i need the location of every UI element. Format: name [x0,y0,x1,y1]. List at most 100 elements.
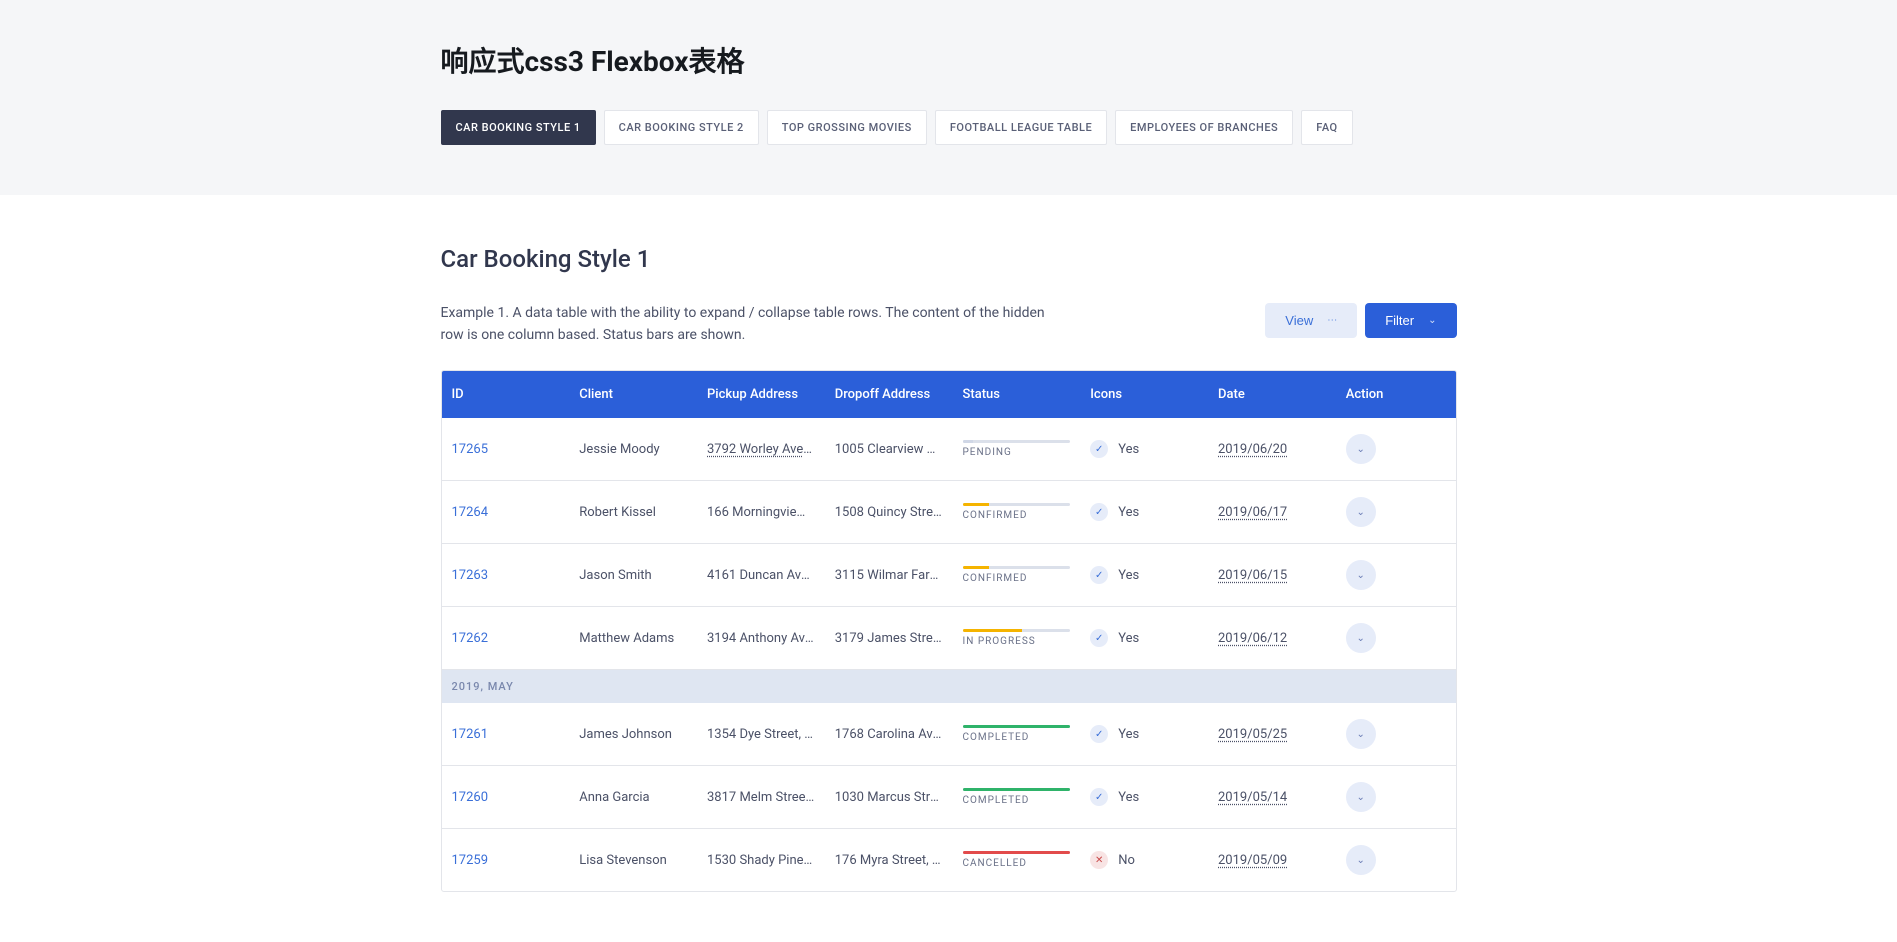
chevron-down-icon: ⌄ [1357,729,1365,740]
expand-button[interactable]: ⌄ [1346,719,1376,749]
booking-table: ID Client Pickup Address Dropoff Address… [441,370,1457,892]
chevron-down-icon: ⌄ [1357,633,1365,644]
expand-button[interactable]: ⌄ [1346,782,1376,812]
dropoff-cell: 3115 Wilmar Farm ... [825,552,953,599]
icons-label: Yes [1118,442,1139,457]
date-cell: 2019/05/25 [1218,727,1287,742]
pickup-cell: 3194 Anthony Aven... [707,631,825,646]
view-button-label: View [1285,313,1313,328]
pickup-cell: 3817 Melm Street, ... [707,790,825,805]
dropoff-cell: 1005 Clearview Driv... [825,426,953,473]
status-label: CONFIRMED [963,573,1071,584]
table-row: 17261 James Johnson 1354 Dye Street, Ch...… [442,703,1456,766]
icons-cell: ✓Yes [1090,629,1198,647]
page-title: 响应式css3 Flexbox表格 [441,40,1457,80]
icons-label: No [1118,853,1135,868]
chevron-down-icon: ⋯ [1327,315,1337,326]
check-icon: ✓ [1090,566,1108,584]
chevron-down-icon: ⌄ [1357,444,1365,455]
pickup-cell: 1354 Dye Street, Ch... [707,727,825,742]
tab-top-movies[interactable]: TOP GROSSING MOVIES [767,110,927,145]
col-icons: Icons [1080,371,1208,418]
col-pickup: Pickup Address [697,371,825,418]
pickup-cell: 166 Morningview L... [707,505,825,520]
tab-bar: CAR BOOKING STYLE 1 CAR BOOKING STYLE 2 … [441,110,1457,145]
tab-car-booking-2[interactable]: CAR BOOKING STYLE 2 [604,110,759,145]
table-row: 17264Robert Kissel166 Morningview L...15… [442,481,1456,544]
chevron-down-icon: ⌄ [1357,792,1365,803]
dropoff-cell: 176 Myra Street, Pr... [825,837,953,884]
client-cell: Jessie Moody [569,426,697,473]
cross-icon: ✕ [1090,851,1108,869]
booking-id-link[interactable]: 17259 [452,853,489,868]
col-client: Client [569,371,697,418]
view-button[interactable]: View ⋯ [1265,303,1357,338]
expand-button[interactable]: ⌄ [1346,845,1376,875]
date-cell: 2019/06/20 [1218,442,1287,457]
booking-id-link[interactable]: 17261 [452,727,489,742]
booking-id-link[interactable]: 17260 [452,790,489,805]
tab-employees[interactable]: EMPLOYEES OF BRANCHES [1115,110,1293,145]
chevron-down-icon: ⌄ [1428,315,1436,326]
status-cell: CANCELLED [963,851,1071,869]
pickup-cell: 1530 Shady Pines ... [707,853,824,868]
chevron-down-icon: ⌄ [1357,507,1365,518]
booking-id-link[interactable]: 17262 [452,631,489,646]
table-row: 17262Matthew Adams3194 Anthony Aven...31… [442,607,1456,670]
date-cell: 2019/06/15 [1218,568,1287,583]
booking-id-link[interactable]: 17263 [452,568,489,583]
status-label: IN PROGRESS [963,636,1071,647]
date-cell: 2019/06/12 [1218,631,1287,646]
client-cell: Anna Garcia [569,774,697,821]
dropoff-cell: 1508 Quincy Street,... [825,489,953,536]
status-cell: CONFIRMED [963,503,1071,521]
client-cell: Jason Smith [569,552,697,599]
section-description: Example 1. A data table with the ability… [441,303,1051,346]
booking-id-link[interactable]: 17264 [452,505,489,520]
tab-car-booking-1[interactable]: CAR BOOKING STYLE 1 [441,110,596,145]
status-cell: IN PROGRESS [963,629,1071,647]
table-header: ID Client Pickup Address Dropoff Address… [442,371,1456,418]
status-cell: COMPLETED [963,788,1071,806]
check-icon: ✓ [1090,725,1108,743]
client-cell: Matthew Adams [569,615,697,662]
tab-football[interactable]: FOOTBALL LEAGUE TABLE [935,110,1107,145]
col-action: Action [1336,371,1456,418]
pickup-cell: 3792 Worley Avenu... [707,442,825,457]
status-label: CONFIRMED [963,510,1071,521]
icons-cell: ✓Yes [1090,788,1198,806]
dropoff-cell: 1768 Carolina Aven... [825,711,953,758]
filter-button-label: Filter [1385,313,1414,328]
chevron-down-icon: ⌄ [1357,855,1365,866]
date-cell: 2019/05/09 [1218,853,1287,868]
tab-faq[interactable]: FAQ [1301,110,1352,145]
check-icon: ✓ [1090,629,1108,647]
icons-label: Yes [1118,790,1139,805]
expand-button[interactable]: ⌄ [1346,497,1376,527]
client-cell: James Johnson [569,711,697,758]
pickup-cell: 4161 Duncan Aven... [707,568,825,583]
client-cell: Lisa Stevenson [569,837,697,884]
filter-button[interactable]: Filter ⌄ [1365,303,1456,338]
col-date: Date [1208,371,1336,418]
date-cell: 2019/05/14 [1218,790,1287,805]
col-drop: Dropoff Address [825,371,953,418]
expand-button[interactable]: ⌄ [1346,560,1376,590]
icons-cell: ✓ Yes [1090,725,1198,743]
table-row: 17260Anna Garcia3817 Melm Street, ...103… [442,766,1456,829]
expand-button[interactable]: ⌄ [1346,623,1376,653]
section-heading: Car Booking Style 1 [441,245,1457,273]
icons-label: Yes [1118,727,1139,742]
expand-button[interactable]: ⌄ [1346,434,1376,464]
table-row: 17265 Jessie Moody 3792 Worley Avenu...100… [442,418,1456,481]
status-label: CANCELLED [963,858,1071,869]
icons-cell: ✓Yes [1090,503,1198,521]
booking-id-link[interactable]: 17265 [452,442,489,457]
chevron-down-icon: ⌄ [1357,570,1365,581]
status-label: PENDING [963,447,1071,458]
table-row: 17259 Lisa Stevenson 1530 Shady Pines ...1… [442,829,1456,891]
group-separator: 2019, MAY [442,670,1456,703]
status-cell: CONFIRMED [963,566,1071,584]
check-icon: ✓ [1090,440,1108,458]
icons-label: Yes [1118,505,1139,520]
